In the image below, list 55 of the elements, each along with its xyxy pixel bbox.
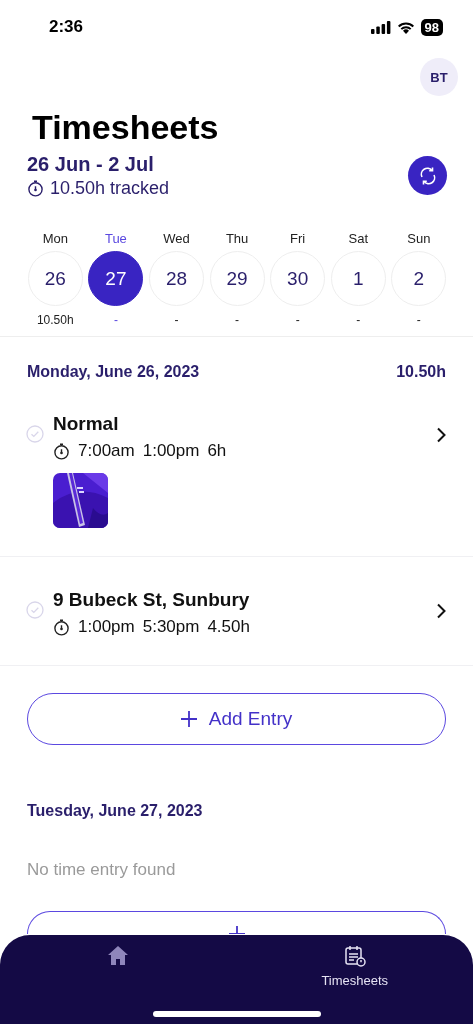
battery-level: 98: [420, 18, 443, 36]
weekday-label: Tue: [104, 230, 127, 248]
date-range: 26 Jun - 2 Jul: [27, 152, 155, 176]
check-circle-icon[interactable]: [26, 425, 44, 443]
date-button[interactable]: 28: [149, 251, 204, 306]
date-button[interactable]: 30: [270, 251, 326, 306]
date-button[interactable]: 27: [88, 251, 144, 306]
day-hours: -: [113, 312, 118, 328]
entry-duration: 4.50h: [207, 617, 250, 637]
add-entry-button[interactable]: Add Entry: [27, 693, 446, 745]
page-title: Timesheets: [32, 107, 220, 148]
stopwatch-icon: [53, 442, 70, 460]
day-heading: Tuesday, June 27, 2023: [27, 802, 203, 820]
weekday-label: Mon: [42, 230, 68, 248]
end-time: 1:00pm: [142, 441, 200, 461]
empty-message: No time entry found: [26, 859, 177, 880]
day-hours: -: [356, 312, 361, 328]
tracked-hours: 10.50h tracked: [50, 178, 170, 199]
stopwatch-icon: [27, 180, 44, 197]
plus-icon: [228, 926, 245, 934]
stopwatch-icon: [53, 618, 70, 636]
start-time: 1:00pm: [78, 617, 135, 637]
chevron-right-icon[interactable]: [436, 427, 446, 443]
day-hours: -: [174, 312, 179, 328]
date-button[interactable]: 1: [330, 251, 386, 306]
entry-duration: 6h: [207, 441, 227, 461]
weekday-label: Fri: [290, 230, 306, 248]
weekday-label: Sat: [348, 230, 368, 248]
user-avatar[interactable]: BT: [420, 58, 458, 96]
weekday-label: Wed: [163, 230, 190, 248]
plus-icon: [180, 711, 197, 727]
status-time: 2:36: [49, 17, 84, 37]
date-button[interactable]: 26: [27, 251, 83, 306]
chevron-right-icon[interactable]: [436, 603, 446, 619]
add-entry-button[interactable]: [27, 911, 446, 934]
calendar-clock-icon: [343, 945, 366, 967]
day-hours: -: [235, 312, 240, 328]
signal-icon: [370, 20, 391, 34]
day-total: 10.50h: [396, 363, 446, 381]
entry-title: 9 Bubeck St, Sunbury: [53, 589, 251, 611]
end-time: 5:30pm: [142, 617, 200, 637]
day-heading: Monday, June 26, 2023: [27, 363, 200, 381]
home-icon: [107, 945, 130, 965]
refresh-button[interactable]: [408, 156, 447, 195]
wifi-icon: [396, 20, 415, 34]
date-button[interactable]: 29: [209, 251, 265, 306]
weekday-label: Sun: [407, 230, 431, 248]
day-hours: -: [416, 312, 421, 328]
day-hours: 10.50h: [36, 312, 74, 328]
check-circle-icon[interactable]: [26, 601, 44, 619]
start-time: 7:00am: [78, 441, 135, 461]
weekday-label: Thu: [225, 230, 249, 248]
date-button[interactable]: 2: [391, 251, 447, 306]
entry-title: Normal: [53, 413, 120, 435]
day-hours: -: [295, 312, 300, 328]
